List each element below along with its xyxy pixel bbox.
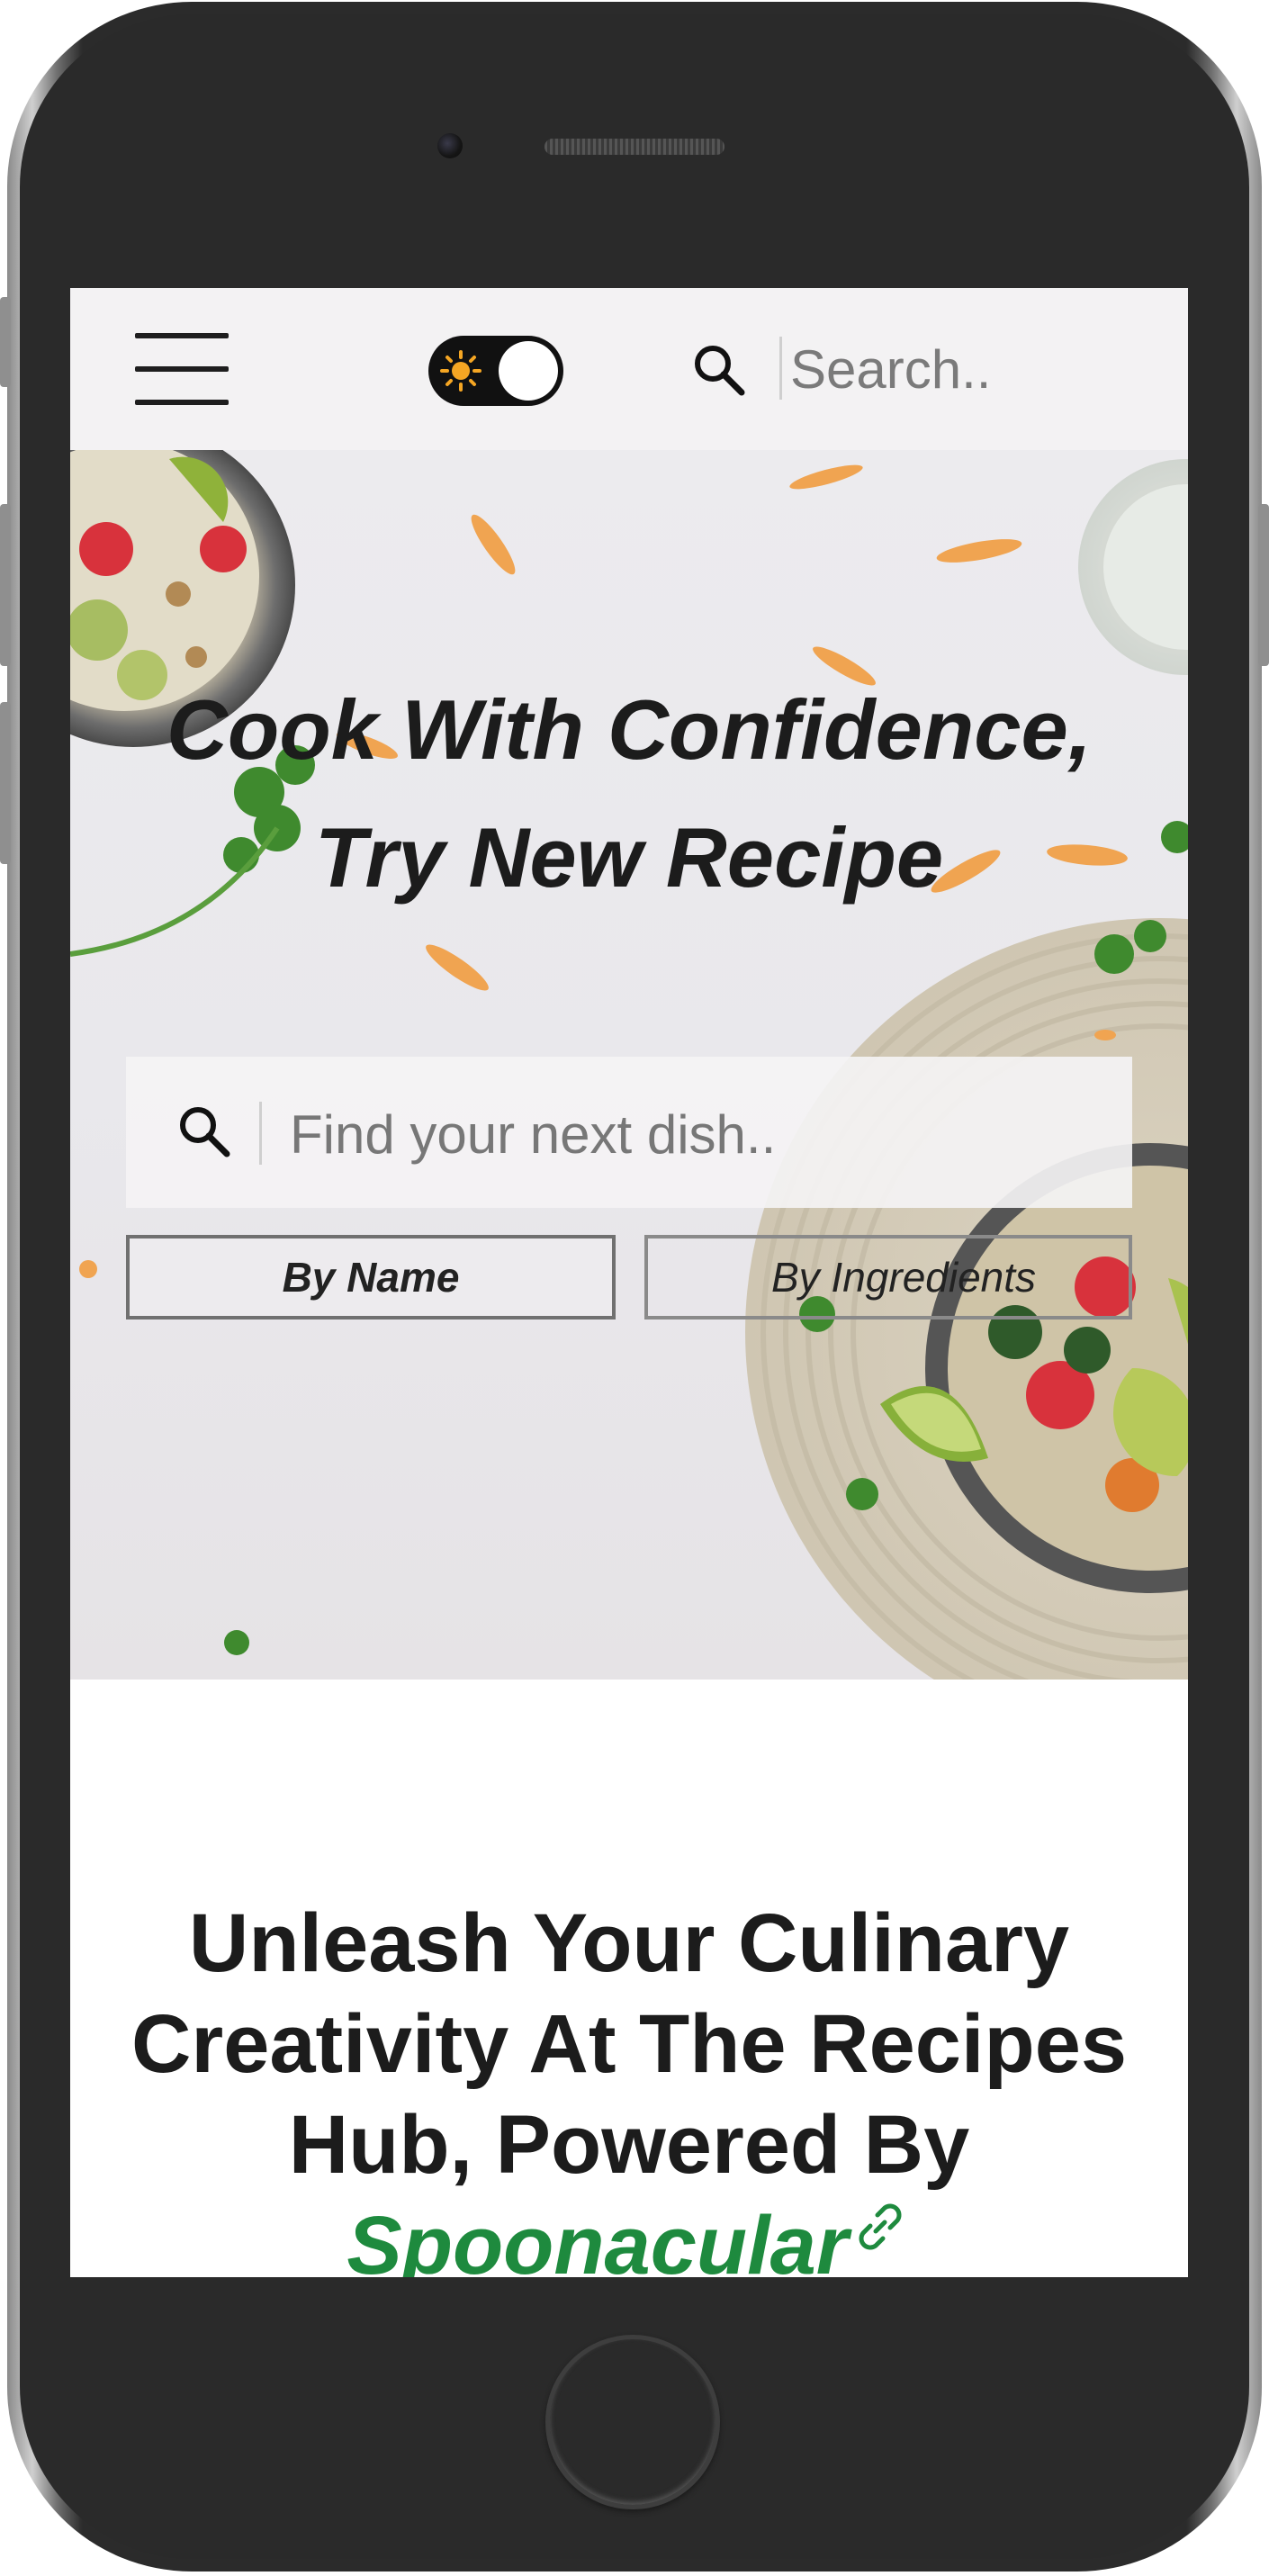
hero-title-line1: Cook With Confidence,: [166, 682, 1092, 777]
toggle-knob: [499, 341, 558, 401]
search-divider: [779, 337, 782, 400]
recipe-search-box: [126, 1057, 1132, 1208]
volume-down-button: [0, 702, 11, 864]
intro-section: Unleash Your Culinary Creativity At The …: [70, 1680, 1188, 2277]
spoonacular-link-label: Spoonacular: [346, 2200, 849, 2277]
search-by-ingredients-button[interactable]: By Ingredients: [644, 1235, 1132, 1320]
device-screen: Cook With Confidence, Try New Recipe By …: [70, 288, 1188, 2277]
hero-banner: Cook With Confidence, Try New Recipe By …: [70, 450, 1188, 1680]
intro-heading: Unleash Your Culinary Creativity At The …: [124, 1893, 1134, 2277]
front-camera: [437, 133, 463, 158]
search-by-name-button[interactable]: By Name: [126, 1235, 616, 1320]
link-icon: [859, 2203, 902, 2250]
search-icon[interactable]: [175, 1102, 234, 1161]
sun-icon: [440, 350, 482, 392]
recipe-search-input[interactable]: [288, 1093, 1102, 1175]
home-button[interactable]: [545, 2335, 720, 2509]
power-button: [1258, 504, 1269, 666]
spoonacular-link[interactable]: Spoonacular: [346, 2200, 911, 2277]
intro-heading-text: Unleash Your Culinary Creativity At The …: [130, 1897, 1128, 2191]
hero-title: Cook With Confidence, Try New Recipe: [70, 666, 1188, 922]
earpiece-speaker: [544, 139, 724, 155]
hero-title-line2: Try New Recipe: [314, 810, 944, 905]
volume-up-button: [0, 504, 11, 666]
search-icon[interactable]: [689, 340, 749, 400]
search-divider: [259, 1102, 262, 1165]
header-search-input[interactable]: [790, 329, 1168, 410]
hamburger-menu-icon[interactable]: [135, 333, 229, 405]
top-navbar: [70, 288, 1188, 450]
side-button: [0, 297, 11, 387]
theme-toggle[interactable]: [428, 336, 563, 406]
